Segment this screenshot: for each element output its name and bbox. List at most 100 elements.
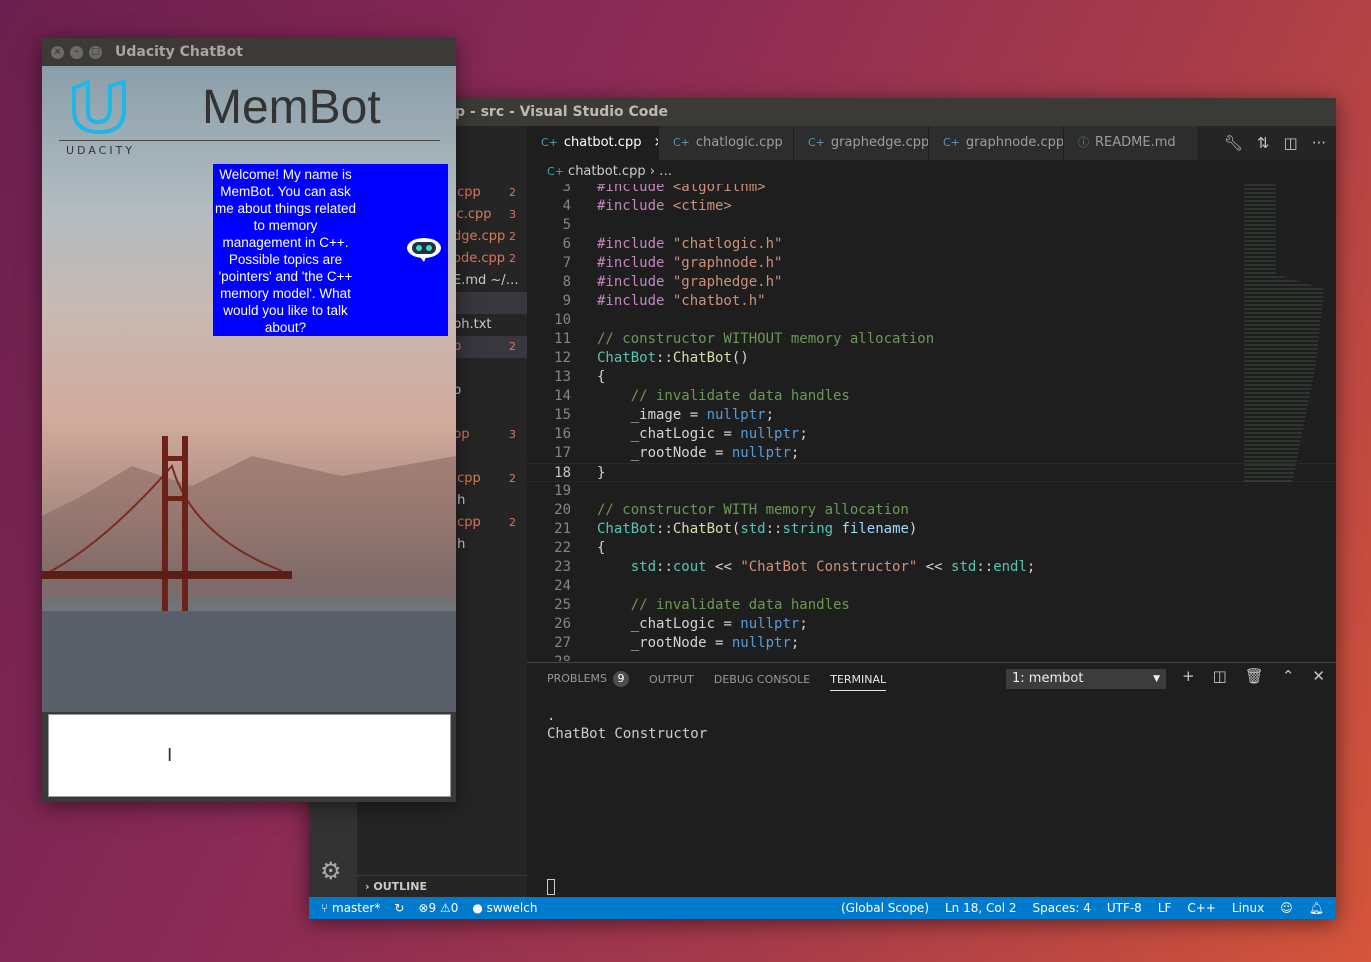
close-window-button[interactable]: ×: [51, 46, 64, 59]
code-token: "graphnode.h": [672, 255, 783, 271]
code-token: ;: [790, 445, 800, 461]
panel-actions: + ◫ 🗑︎ ⌃ ✕: [1182, 667, 1325, 685]
feedback-smiley-icon[interactable]: ☺: [1280, 897, 1293, 919]
code-token: ChatBot: [672, 350, 732, 366]
vscode-window: p - src - Visual Studio Code ⚙ › OUTLINE…: [309, 98, 1336, 919]
code-token: ChatBot: [672, 521, 732, 537]
line-number: 16: [554, 426, 571, 442]
code-line: 16 _chatLogic = nullptr;: [527, 425, 1336, 444]
code-line: 17 _rootNode = nullptr;: [527, 444, 1336, 463]
notification-bell-icon[interactable]: 🔔︎: [1309, 897, 1324, 919]
code-token: ;: [765, 407, 775, 423]
more-actions-icon[interactable]: ···: [1312, 126, 1326, 160]
code-token: <<: [917, 559, 952, 575]
error-icon: ⊗: [418, 901, 429, 915]
code-token: std: [951, 559, 977, 575]
tab-label: chatlogic.cpp: [695, 135, 783, 150]
indentation-status[interactable]: Spaces: 4: [1033, 897, 1091, 919]
code-line: 8 #include "graphedge.h": [527, 273, 1336, 292]
terminal-select[interactable]: 1: membot ▼: [1006, 669, 1166, 689]
eol-status[interactable]: LF: [1158, 897, 1172, 919]
code-token: std: [740, 521, 766, 537]
close-panel-icon[interactable]: ✕: [1312, 667, 1325, 685]
tab-chatbot-cpp[interactable]: C+chatbot.cpp ×: [527, 126, 659, 160]
branch-status[interactable]: ⑂ master*: [321, 897, 380, 919]
compare-changes-icon[interactable]: ⇅: [1257, 126, 1270, 160]
panel-tab-output[interactable]: OUTPUT: [649, 673, 694, 686]
code-token: // invalidate data handles: [597, 597, 850, 613]
code-token: =: [723, 616, 741, 632]
explorer-item-label: ph.txt: [453, 317, 492, 332]
line-number: 25: [554, 597, 571, 613]
breadcrumb-file[interactable]: chatbot.cpp: [568, 164, 646, 179]
tab-README-md[interactable]: ⓘ README.md: [1064, 126, 1199, 160]
panel-tab-problems[interactable]: PROBLEMS 9: [547, 671, 630, 687]
line-number: 10: [554, 312, 571, 328]
cursor-position[interactable]: Ln 18, Col 2: [945, 897, 1017, 919]
breadcrumb-rest[interactable]: › …: [650, 164, 672, 179]
outline-section[interactable]: › OUTLINE: [357, 875, 527, 897]
encoding-status[interactable]: UTF-8: [1107, 897, 1142, 919]
maximize-window-button[interactable]: □: [89, 46, 102, 59]
tab-chatlogic-cpp[interactable]: C+ chatlogic.cpp: [659, 126, 794, 160]
udacity-logo-text: UDACITY: [66, 144, 136, 157]
line-number: 26: [554, 616, 571, 632]
line-number: 5: [562, 217, 571, 233]
new-terminal-icon[interactable]: +: [1182, 667, 1195, 685]
panel-tab-debug-console[interactable]: DEBUG CONSOLE: [714, 673, 810, 686]
explorer-item-label: dge.cpp: [453, 229, 506, 244]
code-token: #include: [597, 274, 673, 290]
code-token: // constructor WITHOUT memory allocation: [597, 331, 935, 347]
os-status[interactable]: Linux: [1232, 897, 1264, 919]
split-terminal-icon[interactable]: ◫: [1213, 667, 1227, 685]
code-token: "ChatBot Constructor": [740, 559, 918, 575]
scope-status[interactable]: (Global Scope): [841, 897, 929, 919]
problems-status[interactable]: ⊗9 ⚠0: [418, 897, 458, 919]
gear-icon[interactable]: ⚙: [320, 857, 342, 885]
chat-input[interactable]: I: [48, 714, 451, 797]
tab-label: README.md: [1095, 135, 1176, 150]
code-token: filename: [833, 521, 909, 537]
problem-badge: 3: [509, 208, 516, 221]
line-number: 7: [562, 255, 571, 271]
chatbot-titlebar: × – □ Udacity ChatBot: [42, 38, 456, 66]
code-token: #include: [597, 198, 673, 214]
tab-graphedge-cpp[interactable]: C+ graphedge.cpp: [794, 126, 929, 160]
maximize-panel-icon[interactable]: ⌃: [1282, 667, 1295, 685]
code-line: 21 ChatBot::ChatBot(std::string filename): [527, 520, 1336, 539]
panel-tab-terminal[interactable]: TERMINAL: [830, 672, 887, 691]
language-status[interactable]: C++: [1187, 897, 1216, 919]
code-token: nullptr: [731, 635, 791, 651]
code-token: "graphedge.h": [672, 274, 783, 290]
github-status[interactable]: ● swwelch: [472, 897, 537, 919]
line-number: 6: [562, 236, 571, 252]
minimize-window-button[interactable]: –: [70, 46, 83, 59]
tab-label: graphedge.cpp: [830, 135, 929, 150]
cpp-icon: C+: [541, 136, 558, 149]
code-line: 23 std::cout << "ChatBot Constructor" <<…: [527, 558, 1336, 577]
chatbot-window: × – □ Udacity ChatBot MemBot UDACITY Wel…: [42, 38, 456, 802]
line-number: 3: [562, 184, 571, 195]
dropdown-arrow-icon: ▼: [1153, 674, 1160, 684]
panel-tab-label: TERMINAL: [830, 672, 887, 686]
code-token: =: [715, 445, 732, 461]
code-token: _rootNode: [597, 445, 716, 461]
breadcrumb[interactable]: C+ chatbot.cpp › …: [527, 160, 1336, 184]
cpp-icon: C+: [808, 136, 825, 149]
explorer-item-label: ic.cpp: [453, 207, 492, 222]
code-line: 20 // constructor WITH memory allocation: [527, 501, 1336, 520]
sync-icon[interactable]: ↻: [394, 897, 404, 919]
wrench-icon[interactable]: 🔧︎: [1224, 126, 1243, 160]
problem-badge: 2: [509, 516, 516, 529]
terminal-output[interactable]: . ChatBot Constructor: [547, 707, 707, 743]
editor-actions: 🔧︎ ⇅ ◫ ···: [1224, 126, 1336, 160]
trash-icon[interactable]: 🗑︎: [1245, 667, 1264, 685]
tab-graphnode-cpp[interactable]: C+ graphnode.cpp: [929, 126, 1064, 160]
line-number: 8: [562, 274, 571, 290]
code-editor[interactable]: 3 #include <algorithm> 4 #include <ctime> 5 6…: [527, 184, 1336, 661]
branch-name: master*: [332, 901, 381, 915]
problem-badge: 2: [509, 472, 516, 485]
split-editor-icon[interactable]: ◫: [1284, 126, 1298, 160]
code-token: ;: [799, 426, 808, 442]
header-divider: [59, 140, 440, 141]
